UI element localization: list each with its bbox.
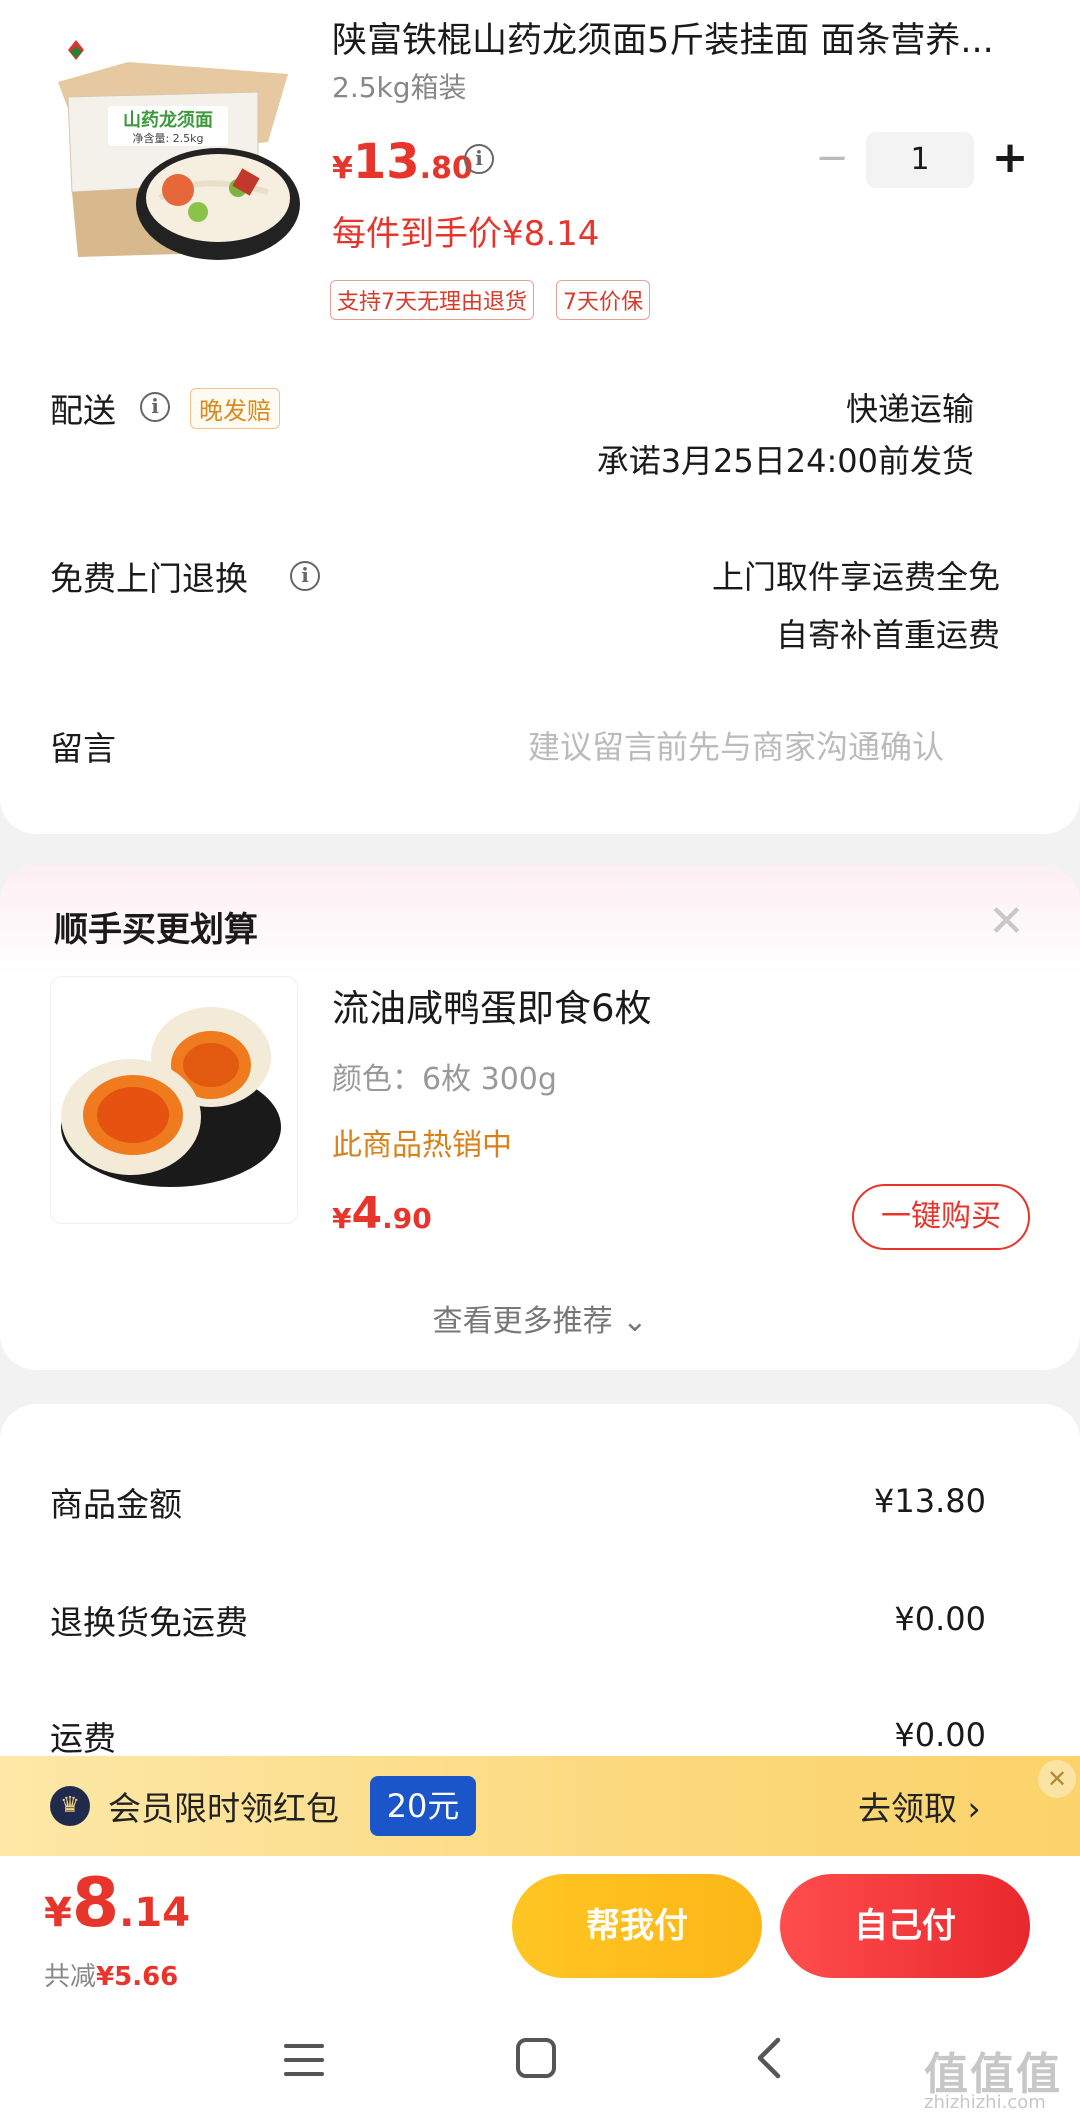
summary-goods-value: ¥13.80 bbox=[874, 1482, 986, 1520]
recommend-card: 顺手买更划算 ✕ 流油咸鸭蛋即食6枚 颜色：6枚 300g 此商品热销中 ¥4.… bbox=[0, 866, 1080, 1370]
banner-text: 会员限时领红包 bbox=[108, 1789, 339, 1828]
redpacket-amount-badge: 20元 bbox=[370, 1776, 476, 1836]
summary-shipping-value: ¥0.00 bbox=[894, 1716, 986, 1754]
recent-apps-icon[interactable] bbox=[282, 2040, 326, 2080]
total-currency: ¥ bbox=[44, 1890, 72, 1936]
delivery-method[interactable]: 快递运输 bbox=[600, 384, 974, 430]
summary-goods-label: 商品金额 bbox=[50, 1485, 182, 1524]
pay-myself-button[interactable]: 自己付 bbox=[780, 1874, 1030, 1978]
product-price: ¥13.80 bbox=[332, 134, 473, 190]
recommend-item-image[interactable] bbox=[50, 976, 298, 1224]
total-integer: 8 bbox=[71, 1864, 120, 1943]
salted-egg-graphic bbox=[51, 977, 297, 1223]
summary-return-value: ¥0.00 bbox=[894, 1600, 986, 1638]
price-currency: ¥ bbox=[332, 151, 353, 186]
member-redpacket-banner[interactable]: ♛ 会员限时领红包 20元 去领取 › ✕ bbox=[0, 1756, 1080, 1856]
discount-value: ¥5.66 bbox=[96, 1962, 179, 1992]
delivery-info-icon[interactable]: i bbox=[140, 392, 170, 422]
system-nav-bar: 值值值 zhizhizhi.com bbox=[0, 1996, 1080, 2124]
rec-price-currency: ¥ bbox=[332, 1202, 352, 1235]
rec-price-decimal: .90 bbox=[382, 1202, 432, 1235]
summary-return-label: 退换货免运费 bbox=[50, 1603, 248, 1642]
one-click-buy-button[interactable]: 一键购买 bbox=[852, 1184, 1030, 1250]
product-image-graphic: 山药龙须面 净含量: 2.5kg bbox=[48, 22, 300, 262]
more-recommendations-link[interactable]: 查看更多推荐 ⌄ bbox=[0, 1296, 1080, 1340]
summary-shipping-label: 运费 bbox=[50, 1719, 116, 1758]
total-discount[interactable]: 共减¥5.66 bbox=[44, 1956, 178, 1993]
box-label: 山药龙须面 bbox=[123, 109, 213, 131]
return-policy-tag: 支持7天无理由退货 bbox=[330, 280, 534, 320]
price-protect-tag: 7天价保 bbox=[556, 280, 650, 320]
quantity-decrease-button[interactable]: − bbox=[810, 138, 854, 182]
product-image[interactable]: 山药龙须面 净含量: 2.5kg bbox=[48, 22, 300, 262]
recommend-item-spec: 颜色：6枚 300g bbox=[332, 1062, 557, 1097]
summary-card: 商品金额 ¥13.80 退换货免运费 ¥0.00 运费 ¥0.00 bbox=[0, 1404, 1080, 1804]
total-decimal: .14 bbox=[119, 1890, 191, 1936]
product-spec[interactable]: 2.5kg箱装 bbox=[332, 66, 467, 106]
final-unit-price: 每件到手价¥8.14 bbox=[332, 214, 600, 254]
recommend-item-price: ¥4.90 bbox=[332, 1188, 432, 1239]
delivery-label: 配送 bbox=[50, 391, 116, 430]
price-integer: 13 bbox=[352, 134, 420, 190]
recommend-item-hot: 此商品热销中 bbox=[332, 1128, 512, 1163]
return-pickup-text: 上门取件享运费全免 bbox=[711, 558, 1000, 596]
quantity-input[interactable]: 1 bbox=[866, 132, 974, 188]
quantity-increase-button[interactable]: + bbox=[988, 134, 1032, 184]
discount-label: 共减 bbox=[44, 1962, 97, 1992]
vip-crown-icon: ♛ bbox=[50, 1786, 90, 1826]
home-icon[interactable] bbox=[514, 2036, 558, 2080]
watermark-url: zhizhizhi.com bbox=[924, 2092, 1046, 2113]
help-me-pay-button[interactable]: 帮我付 bbox=[512, 1874, 762, 1978]
recommend-item-name[interactable]: 流油咸鸭蛋即食6枚 bbox=[332, 978, 652, 1032]
price-info-icon[interactable]: i bbox=[464, 144, 494, 174]
product-title[interactable]: 陕富铁棍山药龙须面5斤装挂面 面条营养... bbox=[332, 16, 1032, 66]
late-compensation-tag[interactable]: 晚发赔 bbox=[190, 388, 280, 429]
recommend-title: 顺手买更划算 bbox=[54, 910, 258, 950]
note-input[interactable]: 建议留言前先与商家沟通确认 bbox=[528, 722, 944, 768]
box-weight: 净含量: 2.5kg bbox=[132, 131, 203, 145]
note-label: 留言 bbox=[50, 729, 116, 768]
return-self-text: 自寄补首重运费 bbox=[775, 616, 1000, 654]
banner-close-icon[interactable]: ✕ bbox=[1038, 1760, 1076, 1798]
close-icon[interactable]: ✕ bbox=[988, 896, 1025, 947]
total-price: ¥8.14 bbox=[44, 1864, 190, 1943]
delivery-promise: 承诺3月25日24:00前发货 bbox=[596, 442, 974, 480]
claim-link[interactable]: 去领取 › bbox=[858, 1782, 981, 1830]
rec-price-integer: 4 bbox=[351, 1188, 383, 1239]
back-icon[interactable] bbox=[752, 2036, 786, 2080]
return-info-icon[interactable]: i bbox=[290, 561, 320, 591]
order-card: 山药龙须面 净含量: 2.5kg 陕富铁棍山药龙须面5斤装挂面 面条营养... … bbox=[0, 0, 1080, 834]
payment-bar: ¥8.14 共减¥5.66 帮我付 自己付 bbox=[0, 1856, 1080, 1996]
free-return-label: 免费上门退换 bbox=[50, 559, 248, 598]
